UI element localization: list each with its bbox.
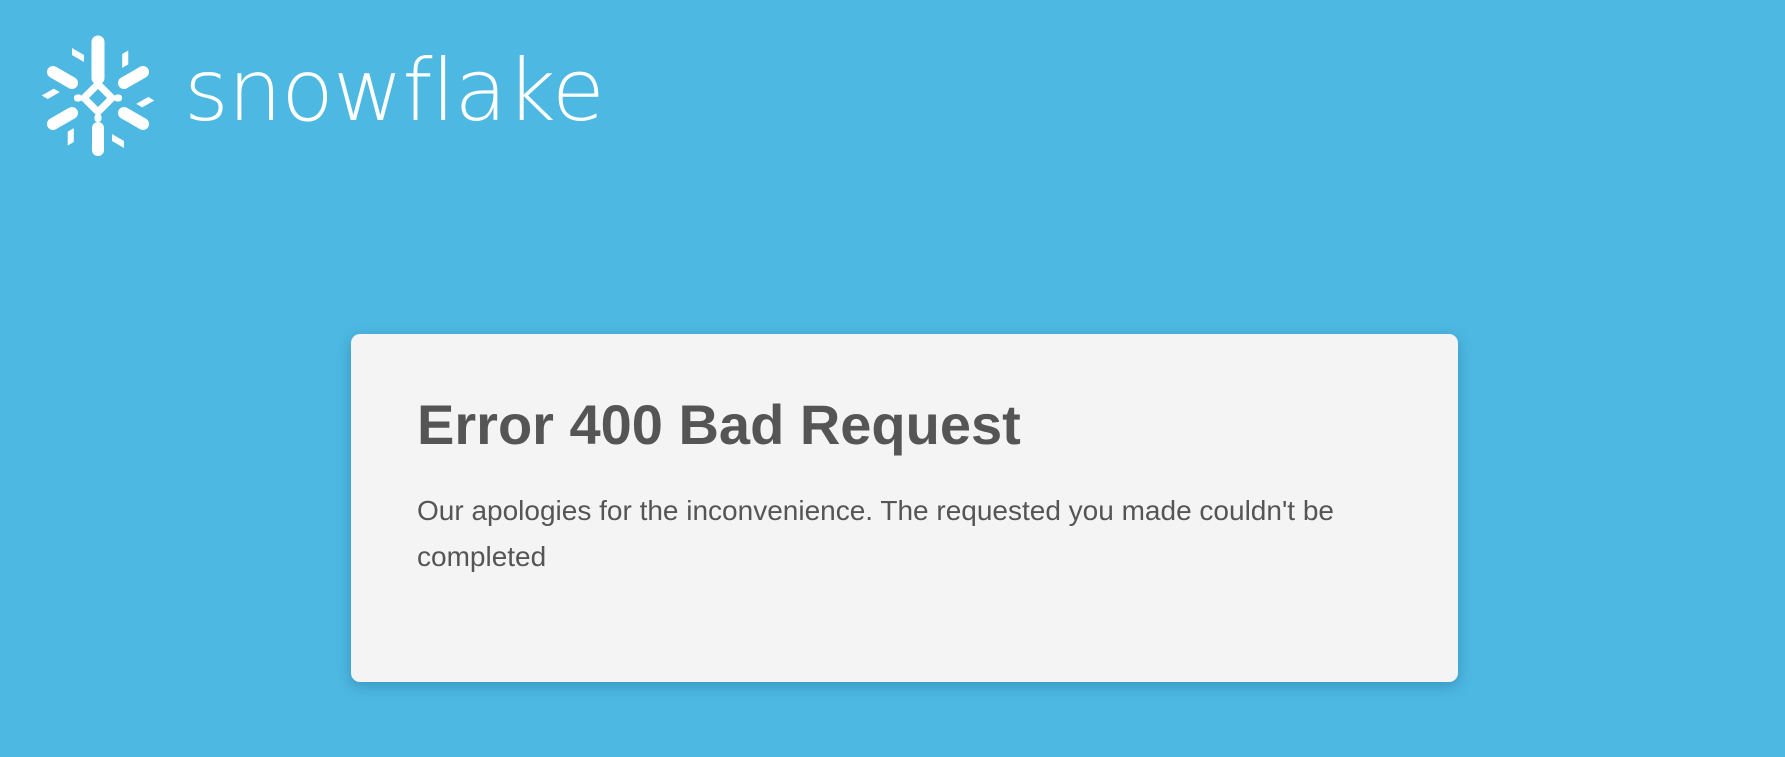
brand-wordmark: snowflake bbox=[184, 41, 605, 141]
snowflake-logo: snowflake bbox=[34, 34, 605, 162]
error-card: Error 400 Bad Request Our apologies for … bbox=[351, 334, 1458, 682]
error-message: Our apologies for the inconvenience. The… bbox=[417, 494, 1334, 572]
error-page: snowflake Error 400 Bad Request Our apol… bbox=[0, 0, 1785, 757]
error-title: Error 400 Bad Request bbox=[417, 393, 1021, 456]
snowflake-logo-icon bbox=[41, 35, 155, 156]
